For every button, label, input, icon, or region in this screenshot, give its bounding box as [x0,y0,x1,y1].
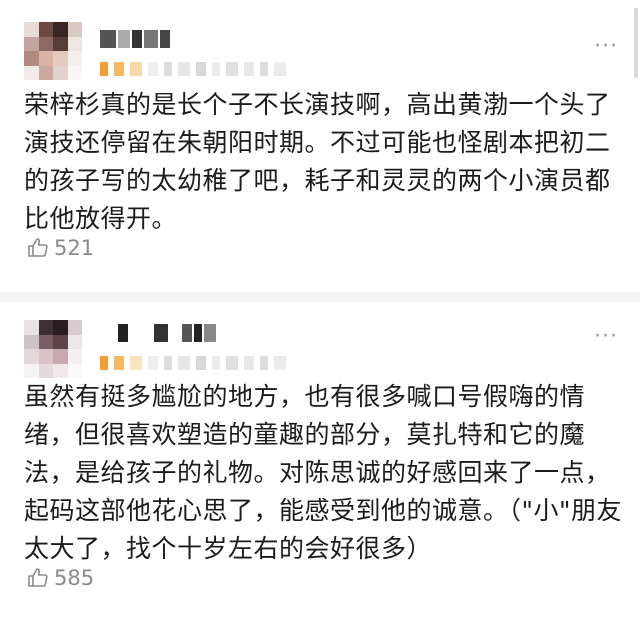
like-count: 585 [54,566,95,590]
more-dots-icon[interactable]: ··· [594,326,618,348]
comment-text: 荣梓杉真的是长个子不长演技啊，高出黄渤一个头了演技还停留在朱朝阳时期。不过可能也… [24,90,611,233]
more-dots-icon[interactable]: ··· [594,36,618,58]
comment-item: ··· 荣梓杉真的是长个子不长演技啊，高出黄渤一个头了演技还停留在朱朝阳时期。不… [0,0,640,290]
avatar[interactable] [24,320,82,378]
like-count: 521 [54,236,95,260]
meta-blurred [100,356,286,370]
thumbs-up-icon [26,566,50,590]
username-blurred[interactable] [118,324,216,342]
comment-item: ··· 虽然有挺多尴尬的地方，也有很多喊口号假嗨的情绪，但很喜欢塑造的童趣的部分… [0,302,640,618]
username-blurred[interactable] [100,30,170,48]
avatar[interactable] [24,22,82,80]
like-button[interactable]: 521 [26,236,94,260]
like-button[interactable]: 585 [26,566,94,590]
divider [0,292,640,302]
meta-blurred [100,62,286,76]
comment-text: 虽然有挺多尴尬的地方，也有很多喊口号假嗨的情绪，但很喜欢塑造的童趣的部分，莫扎特… [24,382,623,563]
thumbs-up-icon [26,236,50,260]
